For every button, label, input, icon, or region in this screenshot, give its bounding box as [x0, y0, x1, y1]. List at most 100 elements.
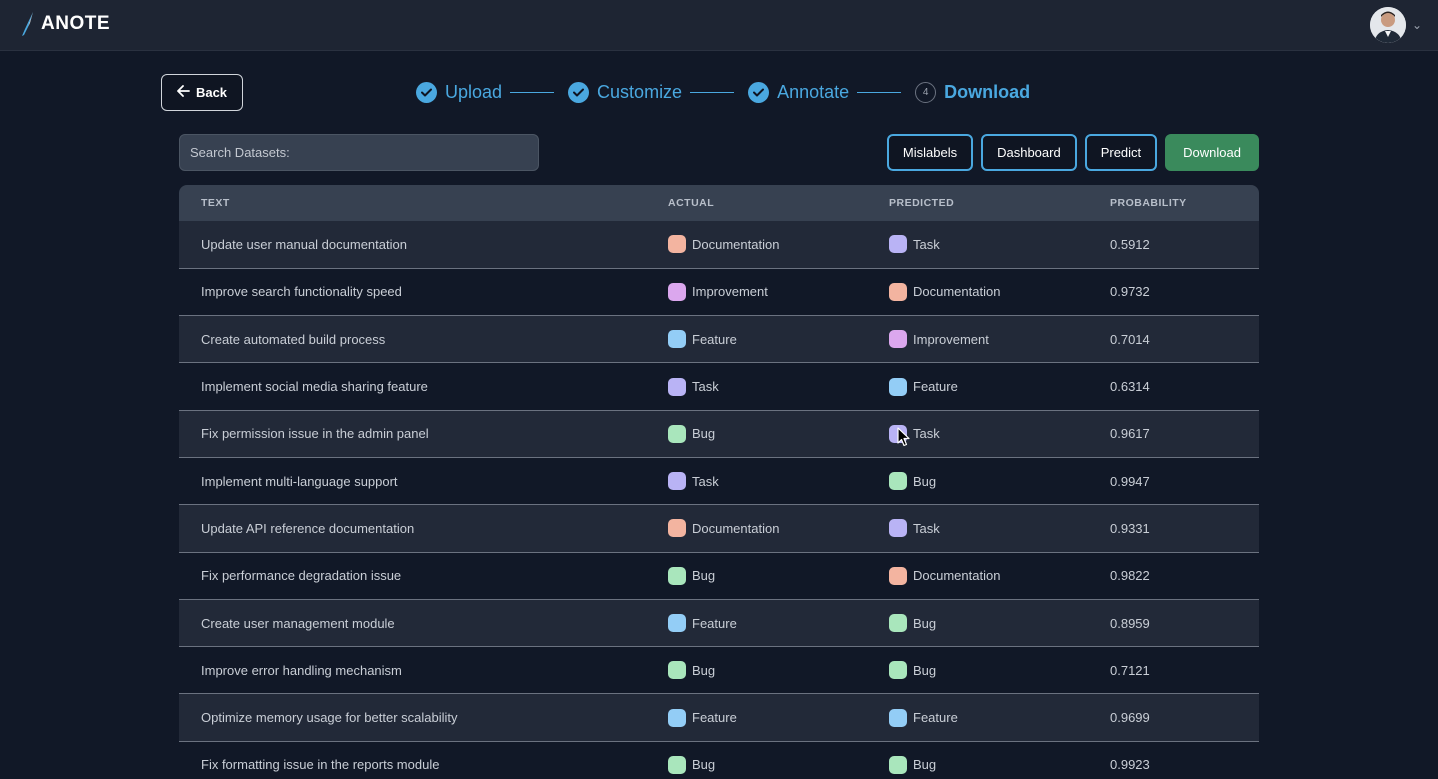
table-row[interactable]: Create automated build process Feature Imp… — [179, 315, 1259, 363]
predict-button[interactable]: Predict — [1084, 134, 1158, 171]
row-actual[interactable]: Task — [668, 457, 889, 504]
actual-label-tag[interactable]: Task — [668, 472, 889, 491]
mislabels-button[interactable]: Mislabels — [886, 134, 974, 171]
column-header-actual[interactable]: ACTUAL — [668, 185, 889, 221]
dashboard-button[interactable]: Dashboard — [981, 134, 1077, 171]
predicted-label: Bug — [913, 662, 937, 678]
predicted-label-tag[interactable]: Feature — [889, 708, 1110, 727]
chevron-down-icon[interactable]: ⌄ — [1412, 18, 1422, 32]
actual-label-tag[interactable]: Feature — [668, 330, 889, 349]
actual-label-tag[interactable]: Feature — [668, 708, 889, 727]
table-row[interactable]: Update API reference documentation Docume… — [179, 504, 1259, 553]
column-header-text[interactable]: TEXT — [179, 185, 668, 221]
row-predicted[interactable]: Task — [889, 221, 1110, 268]
row-predicted[interactable]: Documentation — [889, 552, 1110, 599]
row-text: Update API reference documentation — [201, 520, 415, 536]
table-row[interactable]: Optimize memory usage for better scalabi… — [179, 693, 1259, 742]
step-customize[interactable]: Customize — [568, 81, 682, 103]
row-text: Fix permission issue in the admin panel — [201, 426, 429, 442]
row-predicted[interactable]: Bug — [889, 647, 1110, 694]
row-predicted[interactable]: Documentation — [889, 268, 1110, 315]
row-predicted[interactable]: Improvement — [889, 316, 1110, 363]
label-color-swatch — [889, 282, 907, 301]
row-actual[interactable]: Bug — [668, 410, 889, 457]
search-input[interactable] — [179, 134, 539, 171]
row-actual[interactable]: Bug — [668, 741, 889, 779]
actual-label-tag[interactable]: Feature — [668, 614, 889, 633]
predicted-label-tag[interactable]: Bug — [889, 661, 1110, 680]
actual-label-tag[interactable]: Bug — [668, 424, 889, 443]
predicted-label: Task — [913, 520, 940, 536]
actual-label: Bug — [692, 662, 716, 678]
table-row[interactable]: Implement multi-language support Task Bug 0… — [179, 457, 1259, 505]
row-predicted[interactable]: Bug — [889, 599, 1110, 646]
step-connector — [690, 91, 735, 93]
user-menu[interactable]: ⌄ — [1369, 7, 1422, 43]
row-actual[interactable]: Improvement — [668, 268, 889, 315]
actual-label-tag[interactable]: Documentation — [668, 235, 889, 254]
predicted-label-tag[interactable]: Task — [889, 424, 1110, 443]
row-actual[interactable]: Documentation — [668, 505, 889, 552]
table-header: TEXT ACTUAL PREDICTED PROBABILITY — [179, 185, 1259, 221]
predicted-label-tag[interactable]: Task — [889, 519, 1110, 538]
step-annotate[interactable]: Annotate — [748, 81, 849, 103]
predicted-label-tag[interactable]: Bug — [889, 614, 1110, 633]
step-upload[interactable]: Upload — [416, 81, 502, 103]
table-row[interactable]: Fix formatting issue in the reports modu… — [179, 741, 1259, 779]
table-row[interactable]: Improve search functionality speed Improv… — [179, 268, 1259, 316]
logo[interactable]: ANOTE — [19, 11, 110, 37]
row-probability: 0.5912 — [1110, 236, 1150, 252]
actual-label: Feature — [692, 615, 737, 631]
row-predicted[interactable]: Feature — [889, 363, 1110, 410]
step-connector — [857, 91, 902, 93]
table-row[interactable]: Create user management module Feature Bug 0… — [179, 599, 1259, 647]
row-actual[interactable]: Feature — [668, 599, 889, 646]
row-predicted[interactable]: Feature — [889, 694, 1110, 741]
actual-label-tag[interactable]: Bug — [668, 661, 889, 680]
actual-label: Feature — [692, 331, 737, 347]
table-row[interactable]: Fix permission issue in the admin panel B… — [179, 410, 1259, 458]
row-text: Improve error handling mechanism — [201, 662, 402, 678]
row-probability: 0.7014 — [1110, 331, 1150, 347]
row-predicted[interactable]: Task — [889, 410, 1110, 457]
step-download[interactable]: 4 Download — [915, 81, 1030, 103]
column-header-probability[interactable]: PROBABILITY — [1110, 185, 1259, 221]
row-actual[interactable]: Feature — [668, 694, 889, 741]
actual-label-tag[interactable]: Task — [668, 377, 889, 396]
label-color-swatch — [668, 708, 686, 727]
download-button[interactable]: Download — [1165, 134, 1259, 171]
predicted-label-tag[interactable]: Bug — [889, 472, 1110, 491]
row-actual[interactable]: Feature — [668, 316, 889, 363]
avatar[interactable] — [1369, 7, 1406, 43]
table-row[interactable]: Implement social media sharing feature Ta… — [179, 362, 1259, 411]
back-button[interactable]: Back — [161, 74, 243, 111]
table-row[interactable]: Improve error handling mechanism Bug Bug 0.… — [179, 646, 1259, 694]
predicted-label-tag[interactable]: Documentation — [889, 566, 1110, 585]
row-text: Optimize memory usage for better scalabi… — [201, 710, 458, 726]
actual-label-tag[interactable]: Documentation — [668, 519, 889, 538]
row-actual[interactable]: Documentation — [668, 221, 889, 268]
predicted-label: Feature — [913, 710, 958, 726]
label-color-swatch — [668, 377, 686, 396]
row-actual[interactable]: Task — [668, 363, 889, 410]
actual-label-tag[interactable]: Bug — [668, 566, 889, 585]
predicted-label-tag[interactable]: Improvement — [889, 330, 1110, 349]
column-header-predicted[interactable]: PREDICTED — [889, 185, 1110, 221]
top-bar: ANOTE ⌄ — [0, 0, 1438, 51]
predicted-label-tag[interactable]: Task — [889, 235, 1110, 254]
row-actual[interactable]: Bug — [668, 552, 889, 599]
label-color-swatch — [668, 330, 686, 349]
predicted-label-tag[interactable]: Bug — [889, 755, 1110, 774]
table-row[interactable]: Fix performance degradation issue Bug Docu… — [179, 552, 1259, 600]
actual-label-tag[interactable]: Improvement — [668, 282, 889, 301]
predicted-label-tag[interactable]: Documentation — [889, 282, 1110, 301]
predicted-label-tag[interactable]: Feature — [889, 377, 1110, 396]
label-color-swatch — [668, 519, 686, 538]
actual-label-tag[interactable]: Bug — [668, 755, 889, 774]
row-text: Fix performance degradation issue — [201, 568, 402, 584]
table-row[interactable]: Update user manual documentation Document… — [179, 221, 1259, 269]
row-predicted[interactable]: Bug — [889, 741, 1110, 779]
row-predicted[interactable]: Bug — [889, 457, 1110, 504]
row-actual[interactable]: Bug — [668, 647, 889, 694]
row-predicted[interactable]: Task — [889, 505, 1110, 552]
